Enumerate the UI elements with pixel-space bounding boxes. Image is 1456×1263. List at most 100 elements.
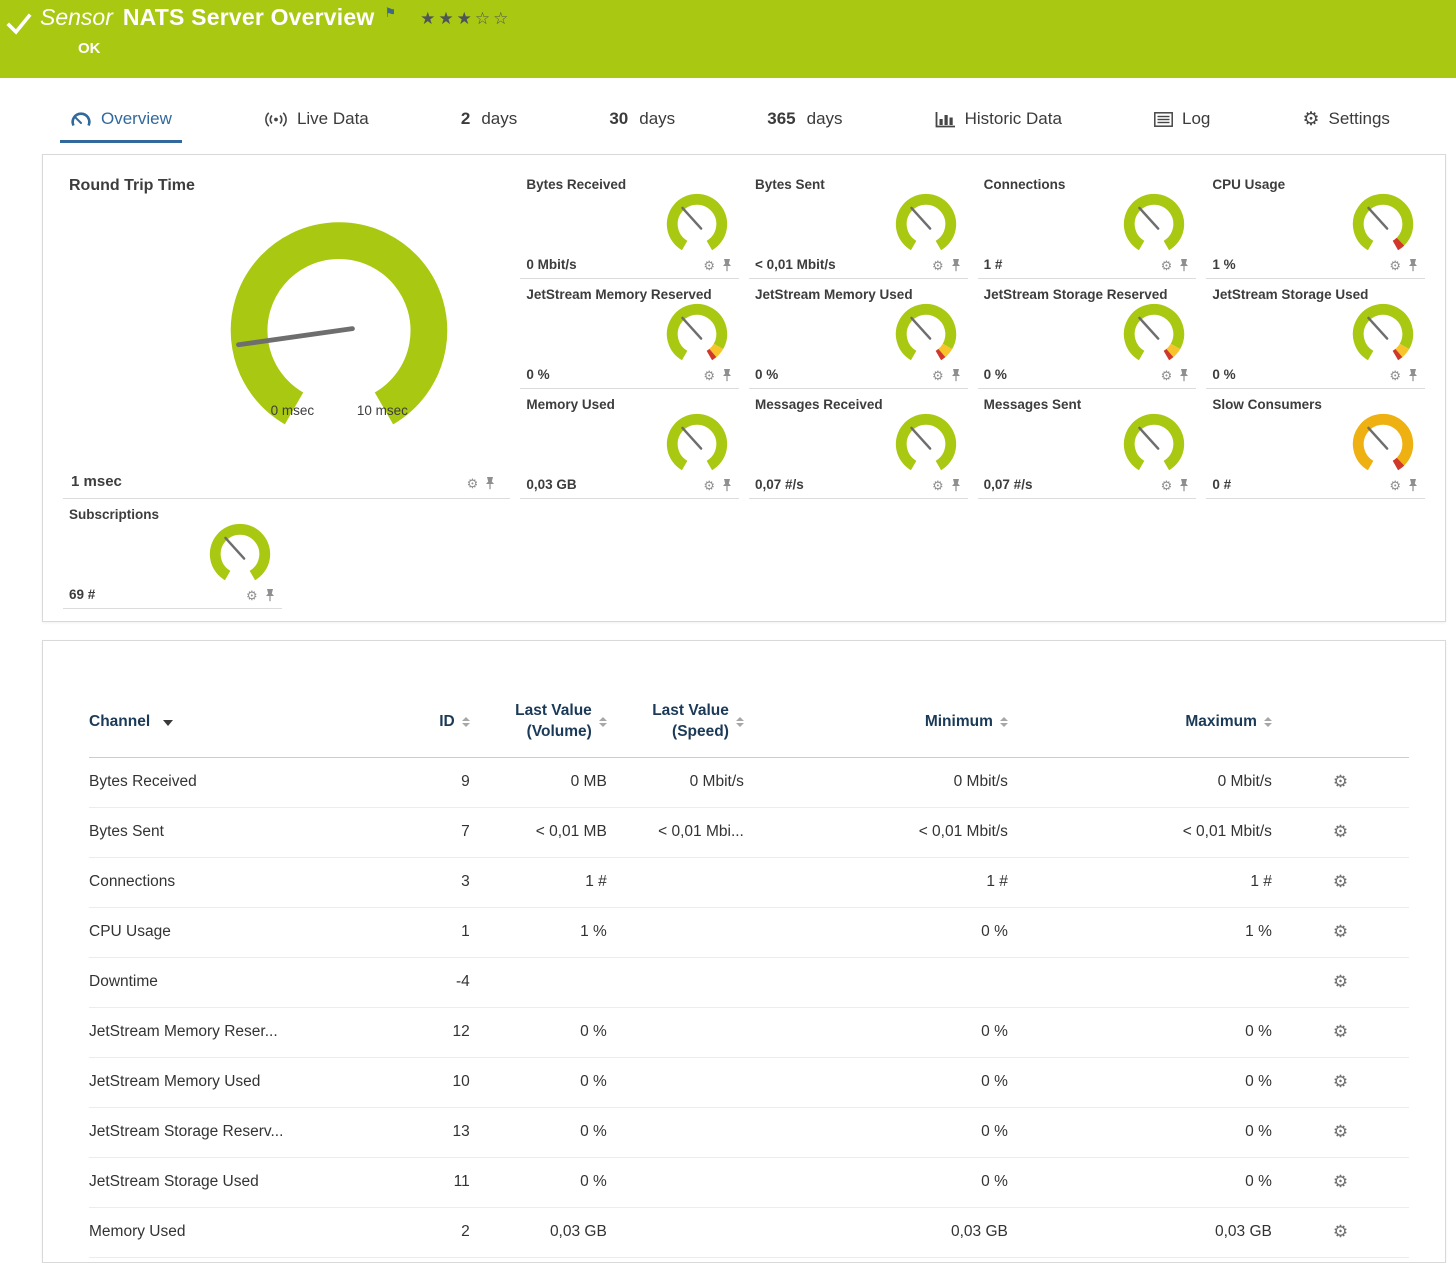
pin-icon[interactable]: [950, 258, 962, 272]
cell-channel[interactable]: Memory Used: [89, 1207, 373, 1257]
pin-icon[interactable]: [1178, 368, 1190, 382]
col-header-channel[interactable]: Channel: [89, 695, 373, 757]
channel-settings-icon[interactable]: ⚙: [1333, 822, 1348, 841]
cell-channel[interactable]: JetStream Memory Reser...: [89, 1007, 373, 1057]
tab-live-data[interactable]: Live Data: [254, 101, 379, 143]
col-header-minimum[interactable]: Minimum: [744, 695, 1008, 757]
table-row[interactable]: Bytes Sent 7 < 0,01 MB < 0,01 Mbi... < 0…: [89, 807, 1409, 857]
pin-icon[interactable]: [721, 368, 733, 382]
table-row[interactable]: Connections 3 1 # 1 # 1 # ⚙: [89, 857, 1409, 907]
tab-365-days[interactable]: 365 days: [757, 101, 852, 143]
star-4[interactable]: ☆: [475, 9, 493, 28]
cell-channel[interactable]: JetStream Memory Used: [89, 1057, 373, 1107]
gauge-tile-memory-used[interactable]: Memory Used 0,03 GB ⚙: [520, 389, 739, 499]
gauge-settings-icon[interactable]: ⚙: [1161, 259, 1173, 272]
tab-2-days[interactable]: 2 days: [451, 101, 527, 143]
gauge-settings-icon[interactable]: ⚙: [703, 369, 715, 382]
tab-label: Log: [1182, 109, 1210, 129]
gauge-tile-slow-consumers[interactable]: Slow Consumers 0 # ⚙: [1206, 389, 1425, 499]
cell-channel[interactable]: JetStream Storage Reserv...: [89, 1107, 373, 1157]
star-3[interactable]: ★: [457, 9, 475, 28]
cell-channel[interactable]: Bytes Received: [89, 757, 373, 807]
gauge-settings-icon[interactable]: ⚙: [467, 477, 479, 490]
gauge-settings-icon[interactable]: ⚙: [932, 479, 944, 492]
tab-30-days[interactable]: 30 days: [599, 101, 685, 143]
cell-channel[interactable]: Connections: [89, 857, 373, 907]
gauge-tile-connections[interactable]: Connections 1 # ⚙: [978, 169, 1197, 279]
star-1[interactable]: ★: [420, 9, 438, 28]
tab-historic-data[interactable]: Historic Data: [925, 101, 1072, 143]
gauge-settings-icon[interactable]: ⚙: [1389, 479, 1401, 492]
priority-stars[interactable]: ★★★☆☆: [420, 9, 511, 29]
pin-icon[interactable]: [1407, 258, 1419, 272]
channel-settings-icon[interactable]: ⚙: [1333, 772, 1348, 791]
pin-icon[interactable]: [721, 258, 733, 272]
gauge-tile-subscriptions[interactable]: Subscriptions 69 # ⚙: [63, 499, 282, 609]
cell-channel[interactable]: JetStream Storage Used: [89, 1157, 373, 1207]
round-trip-time-tile[interactable]: Round Trip Time 0 msec 10 msec 1 msec ⚙: [63, 169, 510, 499]
cell-channel[interactable]: Downtime: [89, 957, 373, 1007]
table-row[interactable]: JetStream Storage Reserv... 13 0 % 0 % 0…: [89, 1107, 1409, 1157]
gauge: [888, 299, 964, 365]
channel-settings-icon[interactable]: ⚙: [1333, 922, 1348, 941]
channel-settings-icon[interactable]: ⚙: [1333, 1172, 1348, 1191]
pin-icon[interactable]: [721, 478, 733, 492]
gauge-settings-icon[interactable]: ⚙: [246, 589, 258, 602]
channel-settings-icon[interactable]: ⚙: [1333, 972, 1348, 991]
table-row[interactable]: CPU Usage 1 1 % 0 % 1 % ⚙: [89, 907, 1409, 957]
pin-icon[interactable]: [1407, 368, 1419, 382]
gauge-settings-icon[interactable]: ⚙: [703, 259, 715, 272]
cell-channel[interactable]: CPU Usage: [89, 907, 373, 957]
gauge-settings-icon[interactable]: ⚙: [1161, 479, 1173, 492]
gauge-tile-bytes-sent[interactable]: Bytes Sent < 0,01 Mbit/s ⚙: [749, 169, 968, 279]
gauge-tile-jetstream-memory-reserved[interactable]: JetStream Memory Reserved 0 % ⚙: [520, 279, 739, 389]
channel-settings-icon[interactable]: ⚙: [1333, 1022, 1348, 1041]
pin-icon[interactable]: [484, 476, 496, 490]
gauge-tile-jetstream-storage-reserved[interactable]: JetStream Storage Reserved 0 % ⚙: [978, 279, 1197, 389]
table-row[interactable]: Downtime -4 ⚙: [89, 957, 1409, 1007]
col-header-last-value-volume[interactable]: Last Value(Volume): [470, 695, 607, 757]
gauge-tile-cpu-usage[interactable]: CPU Usage 1 % ⚙: [1206, 169, 1425, 279]
gauge-value: 0 %: [984, 367, 1007, 382]
tab-overview[interactable]: Overview: [60, 101, 182, 143]
pin-icon[interactable]: [1178, 258, 1190, 272]
pin-icon[interactable]: [1407, 478, 1419, 492]
cell-maximum: 0 %: [1008, 1057, 1272, 1107]
gauge-tile-bytes-received[interactable]: Bytes Received 0 Mbit/s ⚙: [520, 169, 739, 279]
gauge-tile-jetstream-memory-used[interactable]: JetStream Memory Used 0 % ⚙: [749, 279, 968, 389]
tab-label: Overview: [101, 109, 172, 129]
channel-settings-icon[interactable]: ⚙: [1333, 1122, 1348, 1141]
pin-icon[interactable]: [1178, 478, 1190, 492]
cell-last-value-speed: < 0,01 Mbi...: [607, 807, 744, 857]
channel-settings-icon[interactable]: ⚙: [1333, 1072, 1348, 1091]
gauge-settings-icon[interactable]: ⚙: [932, 369, 944, 382]
gauge-tile-messages-received[interactable]: Messages Received 0,07 #/s ⚙: [749, 389, 968, 499]
gauge-settings-icon[interactable]: ⚙: [1389, 259, 1401, 272]
gauge-settings-icon[interactable]: ⚙: [932, 259, 944, 272]
table-row[interactable]: JetStream Storage Used 11 0 % 0 % 0 % ⚙: [89, 1157, 1409, 1207]
gauge-settings-icon[interactable]: ⚙: [703, 479, 715, 492]
pin-icon[interactable]: [950, 478, 962, 492]
channel-settings-icon[interactable]: ⚙: [1333, 872, 1348, 891]
gauge-value: < 0,01 Mbit/s: [755, 257, 836, 272]
table-row[interactable]: Memory Used 2 0,03 GB 0,03 GB 0,03 GB ⚙: [89, 1207, 1409, 1257]
table-row[interactable]: JetStream Memory Reser... 12 0 % 0 % 0 %…: [89, 1007, 1409, 1057]
star-5[interactable]: ☆: [493, 9, 511, 28]
table-row[interactable]: JetStream Memory Used 10 0 % 0 % 0 % ⚙: [89, 1057, 1409, 1107]
tab-log[interactable]: Log: [1144, 101, 1220, 143]
pin-icon[interactable]: [950, 368, 962, 382]
tab-settings[interactable]: ⚙ Settings: [1292, 101, 1399, 143]
pin-icon[interactable]: [264, 588, 276, 602]
table-row[interactable]: Bytes Received 9 0 MB 0 Mbit/s 0 Mbit/s …: [89, 757, 1409, 807]
gauge-settings-icon[interactable]: ⚙: [1389, 369, 1401, 382]
col-header-last-value-speed[interactable]: Last Value(Speed): [607, 695, 744, 757]
cell-channel[interactable]: Bytes Sent: [89, 807, 373, 857]
tab-label: days: [481, 109, 517, 129]
gauge-tile-jetstream-storage-used[interactable]: JetStream Storage Used 0 % ⚙: [1206, 279, 1425, 389]
gauge-settings-icon[interactable]: ⚙: [1161, 369, 1173, 382]
col-header-maximum[interactable]: Maximum: [1008, 695, 1272, 757]
col-header-id[interactable]: ID: [373, 695, 469, 757]
star-2[interactable]: ★: [438, 9, 456, 28]
channel-settings-icon[interactable]: ⚙: [1333, 1222, 1348, 1241]
gauge-tile-messages-sent[interactable]: Messages Sent 0,07 #/s ⚙: [978, 389, 1197, 499]
